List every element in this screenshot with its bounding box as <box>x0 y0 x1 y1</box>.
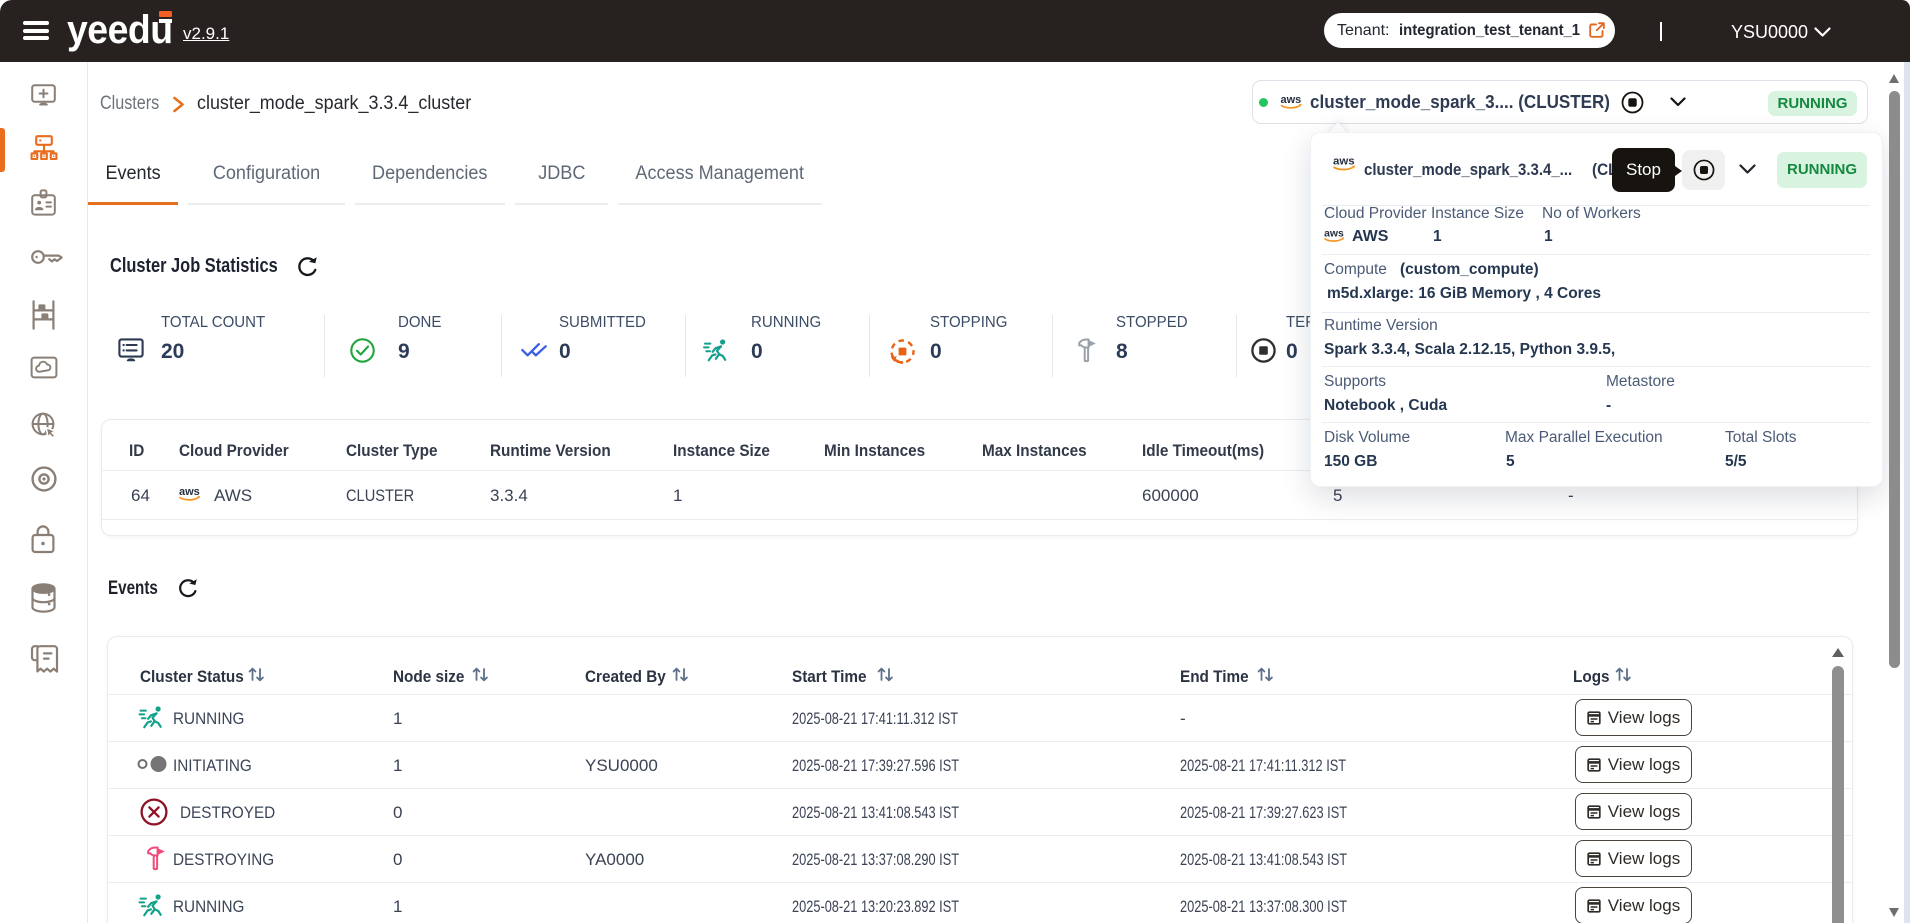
svg-text:aws: aws <box>1324 228 1344 239</box>
svg-text:aws: aws <box>1281 94 1302 106</box>
svg-text:aws: aws <box>1333 156 1355 168</box>
svg-text:aws: aws <box>179 486 200 498</box>
